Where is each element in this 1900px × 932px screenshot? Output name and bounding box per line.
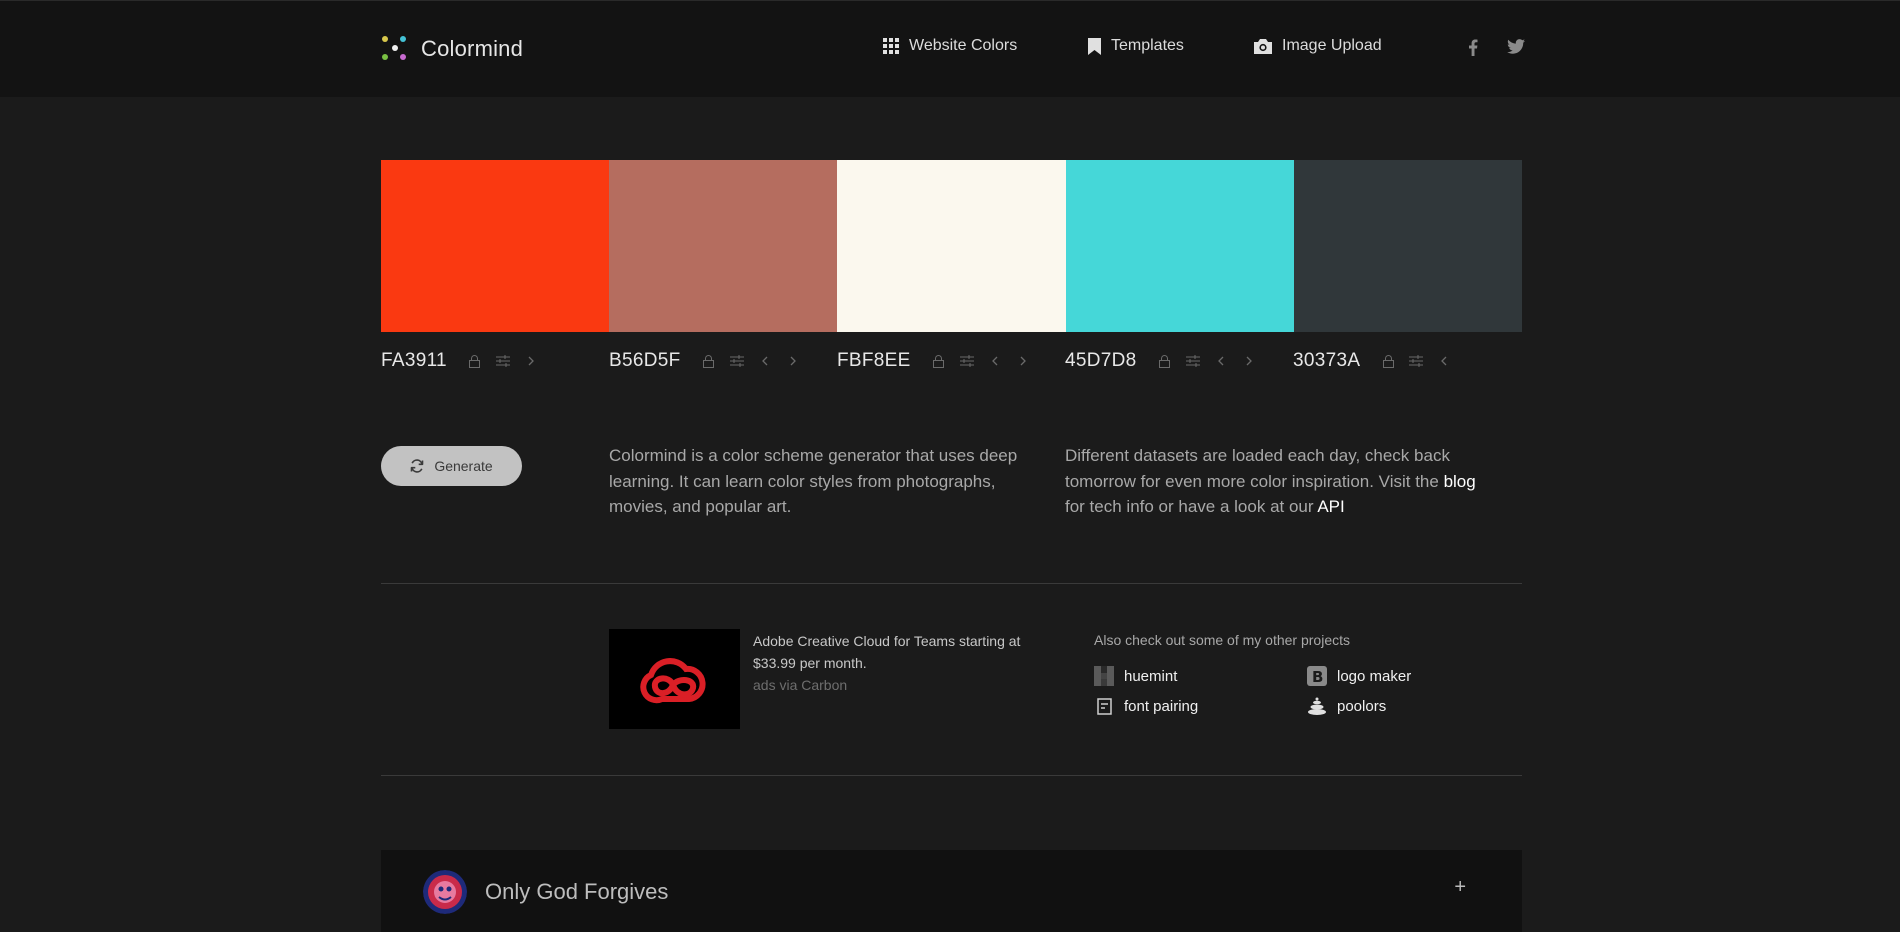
ad-text-block: Adobe Creative Cloud for Teams starting … <box>753 630 1043 696</box>
project-poolors-label: poolors <box>1337 697 1387 715</box>
svg-text:B: B <box>1312 668 1323 686</box>
camera-icon <box>1254 38 1272 54</box>
chevron-left-icon[interactable] <box>1207 350 1235 372</box>
chevron-left-icon[interactable] <box>751 350 779 372</box>
intro-text: Colormind is a color scheme generator th… <box>609 446 1018 516</box>
expand-button[interactable]: + <box>1454 876 1466 899</box>
grid-icon <box>883 38 899 54</box>
hex-code[interactable]: 45D7D8 <box>1065 350 1137 372</box>
hex-code[interactable]: 30373A <box>1293 350 1360 372</box>
swatch-3[interactable] <box>837 160 1066 332</box>
nav-website-colors-label: Website Colors <box>909 37 1018 54</box>
dataset-avatar-icon <box>423 870 467 914</box>
color-palette <box>381 160 1523 332</box>
swatch-2-controls: B56D5F <box>609 350 807 372</box>
projects-title: Also check out some of my other projects <box>1094 632 1350 648</box>
hex-code[interactable]: FA3911 <box>381 350 447 372</box>
nav-templates[interactable]: Templates <box>1088 37 1184 55</box>
lock-icon[interactable] <box>461 350 489 372</box>
project-logo-maker[interactable]: B logo maker <box>1307 666 1411 686</box>
logo-maker-icon: B <box>1307 666 1327 686</box>
bookmark-icon <box>1088 37 1101 55</box>
nav-image-upload[interactable]: Image Upload <box>1254 37 1382 55</box>
font-pairing-icon <box>1097 698 1112 715</box>
datasets-text-middle: for tech info or have a look at our <box>1065 497 1318 516</box>
adobe-creative-cloud-logo <box>639 658 706 704</box>
project-font-pairing-label: font pairing <box>1124 697 1199 715</box>
hex-code[interactable]: B56D5F <box>609 350 681 372</box>
chevron-right-icon[interactable] <box>1009 350 1037 372</box>
chevron-right-icon[interactable] <box>1235 350 1263 372</box>
lock-icon[interactable] <box>925 350 953 372</box>
nav-image-upload-label: Image Upload <box>1282 37 1382 54</box>
hex-code[interactable]: FBF8EE <box>837 350 911 372</box>
swatch-4[interactable] <box>1065 160 1294 332</box>
logo-text: Colormind <box>421 36 524 61</box>
top-navbar: Colormind Website Colors Templates Image… <box>0 0 1900 97</box>
divider <box>381 583 1522 584</box>
twitter-icon[interactable] <box>1507 39 1525 59</box>
adjust-icon[interactable] <box>489 350 517 372</box>
lock-icon[interactable] <box>1374 350 1402 372</box>
project-huemint[interactable]: huemint <box>1094 666 1177 686</box>
swatch-1[interactable] <box>381 160 610 332</box>
chevron-right-icon[interactable] <box>779 350 807 372</box>
adjust-icon[interactable] <box>1402 350 1430 372</box>
ad-image[interactable] <box>609 629 740 729</box>
dataset-panel[interactable]: Only God Forgives + <box>381 850 1522 932</box>
generate-label: Generate <box>434 458 493 474</box>
project-font-pairing[interactable]: font pairing <box>1094 696 1198 716</box>
lock-icon[interactable] <box>1151 350 1179 372</box>
ad-text[interactable]: Adobe Creative Cloud for Teams starting … <box>753 630 1043 674</box>
swatch-5-controls: 30373A <box>1293 350 1458 372</box>
nav-website-colors[interactable]: Website Colors <box>883 37 1017 55</box>
datasets-text: Different datasets are loaded each day, … <box>1065 443 1485 520</box>
refresh-icon <box>411 459 424 473</box>
chevron-left-icon[interactable] <box>1430 350 1458 372</box>
swatch-4-controls: 45D7D8 <box>1065 350 1263 372</box>
project-huemint-label: huemint <box>1124 667 1178 685</box>
project-poolors[interactable]: poolors <box>1307 696 1386 716</box>
datasets-text-before: Different datasets are loaded each day, … <box>1065 446 1450 491</box>
ad-via[interactable]: ads via Carbon <box>753 674 1043 696</box>
lock-icon[interactable] <box>695 350 723 372</box>
poolors-icon <box>1308 697 1326 715</box>
divider <box>381 775 1522 776</box>
swatch-2[interactable] <box>609 160 838 332</box>
swatch-5[interactable] <box>1293 160 1523 332</box>
blog-link[interactable]: blog <box>1444 472 1476 491</box>
project-logo-maker-label: logo maker <box>1337 667 1412 685</box>
dataset-title: Only God Forgives <box>485 879 669 904</box>
huemint-icon <box>1094 666 1114 686</box>
adjust-icon[interactable] <box>1179 350 1207 372</box>
api-link[interactable]: API <box>1317 497 1344 516</box>
nav-templates-label: Templates <box>1111 37 1184 54</box>
colormind-logo-icon <box>381 35 409 63</box>
chevron-right-icon[interactable] <box>517 350 545 372</box>
swatch-1-controls: FA3911 <box>381 350 545 372</box>
generate-button[interactable]: Generate <box>381 446 522 486</box>
adjust-icon[interactable] <box>723 350 751 372</box>
facebook-icon[interactable] <box>1468 39 1478 61</box>
adjust-icon[interactable] <box>953 350 981 372</box>
logo-link[interactable]: Colormind <box>381 35 523 63</box>
chevron-left-icon[interactable] <box>981 350 1009 372</box>
swatch-3-controls: FBF8EE <box>837 350 1037 372</box>
